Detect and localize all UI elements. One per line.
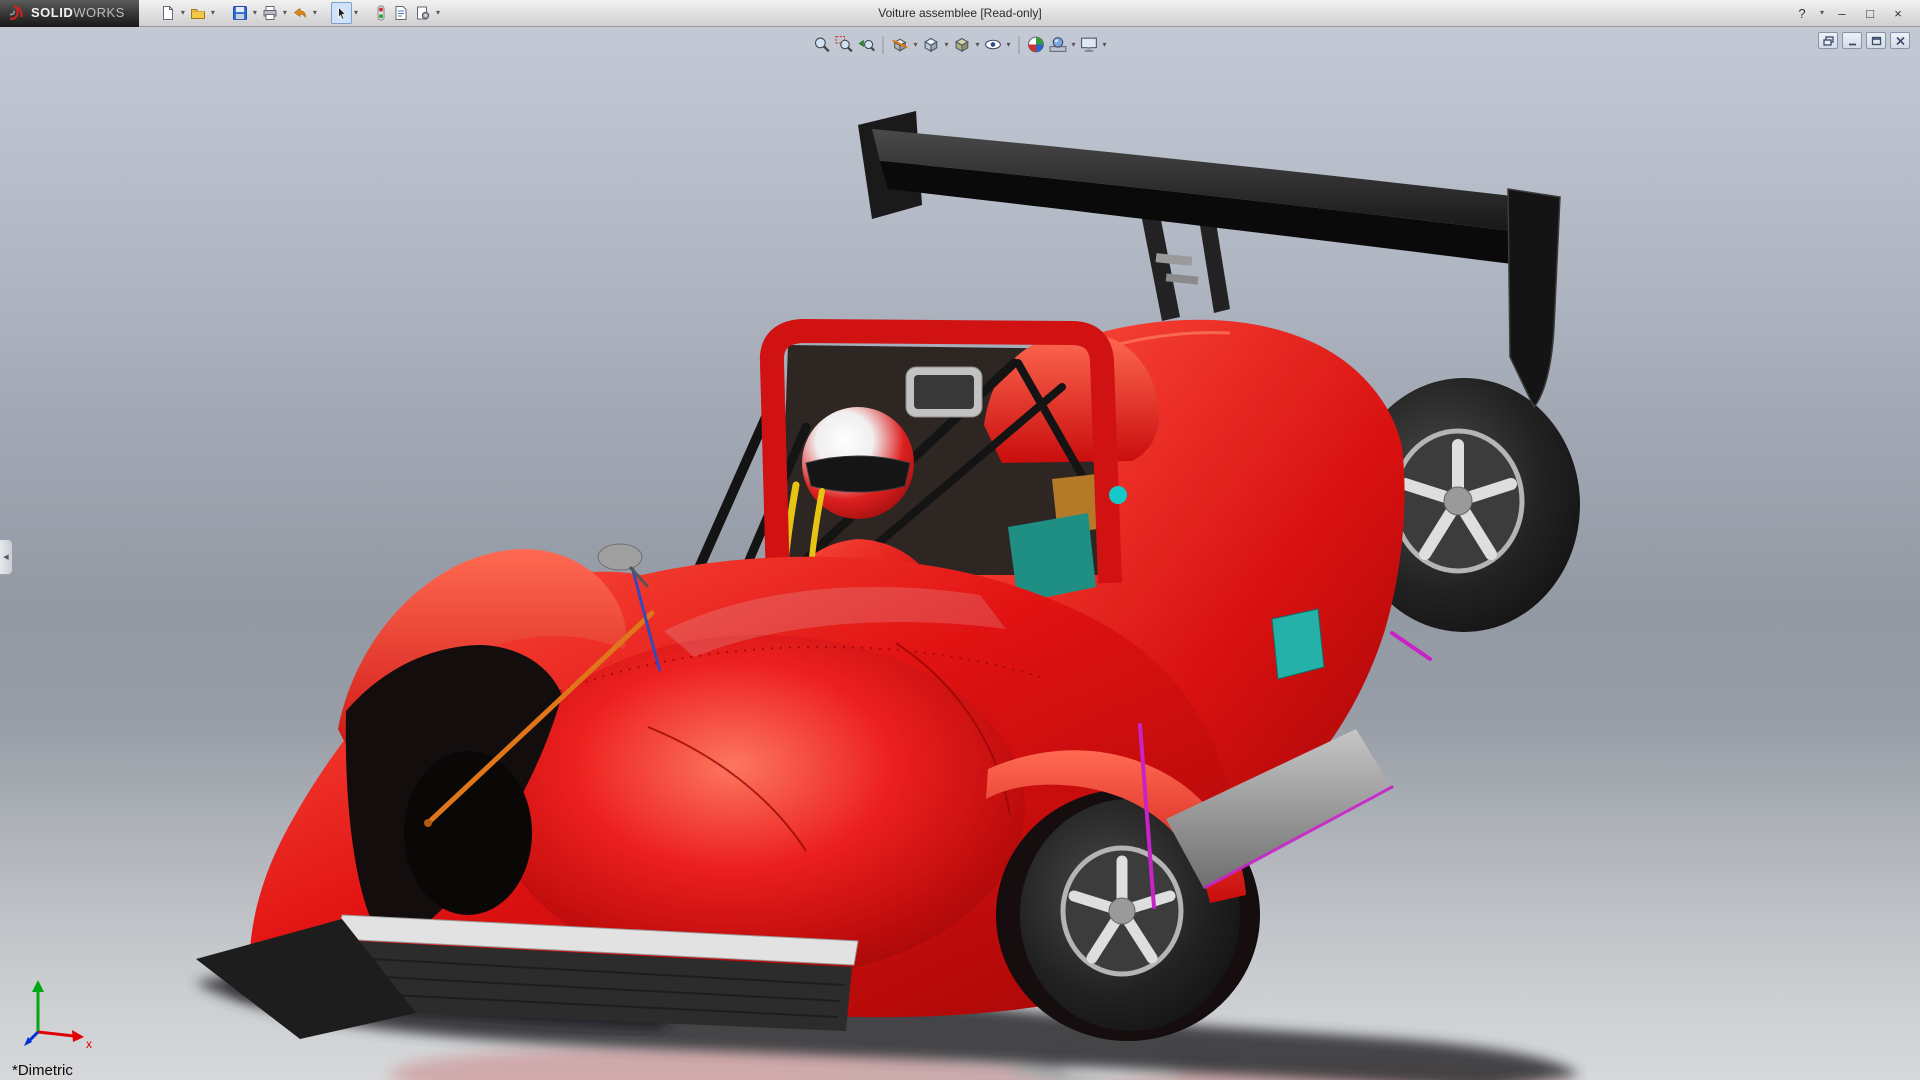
dropdown-caret[interactable]: ▾ [251,2,259,24]
x-axis-arrow [38,1032,74,1036]
select-cursor-icon [334,6,349,21]
minimize-button[interactable]: – [1830,4,1854,23]
solidworks-logo-icon [8,5,25,22]
minimize-icon [1847,36,1858,46]
hide-show-eye-icon [984,35,1003,54]
toolbar-separator [1019,36,1020,54]
edit-appearance-ball-icon [1027,35,1046,54]
z-axis-arrow [29,1032,38,1041]
options-gear-icon [415,5,431,21]
main-toolbar: ▾ ▾ ▾ [157,2,452,24]
doc-restore-down-button[interactable] [1866,32,1886,49]
toolbar-separator [882,36,883,54]
maximize-button[interactable]: □ [1858,4,1882,23]
doc-restore-button[interactable] [1818,32,1838,49]
feature-tree-collapse-tab[interactable]: ◀ [0,539,13,575]
side-teal-panel [1272,609,1324,679]
dropdown-caret[interactable]: ▾ [209,2,217,24]
dropdown-caret[interactable]: ▾ [281,2,289,24]
zoom-to-fit-icon [812,35,831,54]
left-mirror [598,544,642,570]
helmet-visor [806,456,910,492]
apply-scene-button[interactable] [1048,33,1069,56]
graphics-viewport[interactable]: ▾ ▾ ▾ [0,27,1920,1080]
dropdown-caret[interactable]: ▾ [1818,2,1826,24]
view-settings-button[interactable] [1079,33,1100,56]
doc-minimize-button[interactable] [1842,32,1862,49]
dropdown-caret[interactable]: ▾ [942,34,950,56]
close-button[interactable]: × [1886,4,1910,23]
dropdown-caret[interactable]: ▾ [911,34,919,56]
hide-show-items-button[interactable] [983,33,1004,56]
view-settings-icon [1080,35,1099,54]
dropdown-caret[interactable]: ▾ [434,2,442,24]
open-button[interactable] [187,2,209,24]
rebuild-button[interactable] [372,2,390,24]
edit-appearance-button[interactable] [1026,33,1047,56]
brand-text-light: WORKS [73,5,125,20]
dropdown-caret[interactable]: ▾ [973,34,981,56]
orientation-triad: x [20,972,100,1052]
rebuild-stoplight-icon [375,5,387,21]
dropdown-caret[interactable]: ▾ [352,2,360,24]
title-bar: SOLIDWORKS ▾ ▾ [0,0,1920,27]
section-view-button[interactable] [889,33,910,56]
brand-text-bold: SOLID [31,5,73,20]
display-style-button[interactable] [951,33,972,56]
view-orientation-label: *Dimetric [12,1062,73,1079]
section-view-icon [890,35,909,54]
restore-icon [1823,36,1834,46]
solidworks-window: SOLIDWORKS ▾ ▾ [0,0,1920,1080]
file-properties-icon [393,5,409,21]
apply-scene-icon [1049,35,1068,54]
heads-up-toolbar: ▾ ▾ ▾ [805,31,1114,58]
x-axis-label: x [86,1037,92,1051]
window-controls: ? ▾ – □ × [1790,2,1920,24]
undo-arrow-icon [292,5,308,21]
new-document-button[interactable] [157,2,179,24]
dropdown-caret[interactable]: ▾ [311,2,319,24]
car-model-render[interactable] [0,27,1920,1080]
save-button[interactable] [229,2,251,24]
zoom-to-area-icon [834,35,853,54]
document-window-controls [1818,32,1910,49]
zoom-to-area-button[interactable] [833,33,854,56]
dropdown-caret[interactable]: ▾ [1101,34,1109,56]
dropdown-caret[interactable]: ▾ [179,2,187,24]
document-title: Voiture assemblee [Read-only] [878,6,1041,20]
print-icon [262,5,278,21]
save-floppy-icon [232,5,248,21]
previous-view-icon [856,35,875,54]
help-button[interactable]: ? [1790,4,1814,23]
dropdown-caret[interactable]: ▾ [1005,34,1013,56]
solidworks-logo: SOLIDWORKS [0,0,139,27]
view-orientation-cube-icon [921,35,940,54]
undo-button[interactable] [289,2,311,24]
zoom-to-fit-button[interactable] [811,33,832,56]
print-button[interactable] [259,2,281,24]
display-style-icon [952,35,971,54]
select-tool-button[interactable] [331,2,352,24]
previous-view-button[interactable] [855,33,876,56]
open-folder-icon [190,5,206,21]
cyan-fitting [1109,486,1127,504]
new-document-icon [160,5,176,21]
file-properties-button[interactable] [390,2,412,24]
options-button[interactable] [412,2,434,24]
dropdown-caret[interactable]: ▾ [1070,34,1078,56]
close-icon [1895,36,1906,46]
view-orientation-button[interactable] [920,33,941,56]
restore-down-icon [1871,36,1882,46]
doc-close-button[interactable] [1890,32,1910,49]
